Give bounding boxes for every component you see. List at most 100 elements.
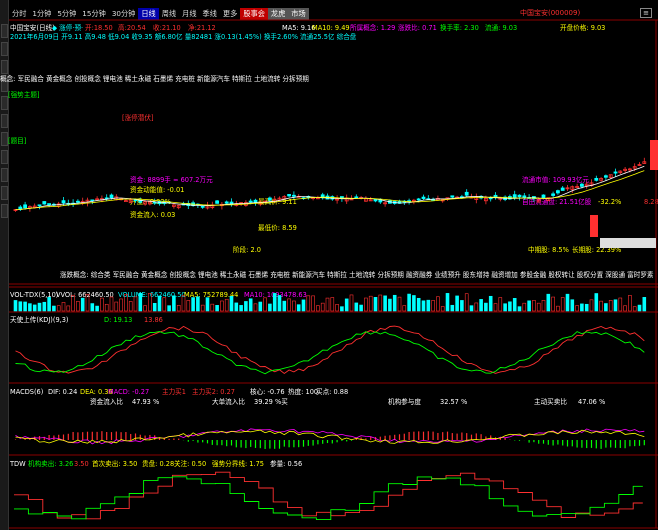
volume-bar [239,305,243,312]
volume-bar [426,299,431,312]
candle-body [522,195,527,198]
volume-bar [383,295,387,312]
volume-bar [469,305,474,312]
volume-bar [536,302,541,312]
candle-body [76,200,80,203]
volume-bar [23,301,27,312]
volume-bar [584,303,589,312]
candle-body [613,171,618,174]
volume-bar [368,295,373,312]
candle-body [47,203,51,206]
volume-bar [488,295,493,312]
signal-bar-red-right [650,140,658,170]
volume-bar [378,294,383,312]
volume-bar [176,305,181,312]
volume-bar [215,305,219,312]
volume-bar [32,304,37,312]
volume-bar [320,302,325,312]
volume-bar [172,295,176,312]
volume-bar [628,295,632,312]
volume-bar [344,298,349,312]
volume-bar [18,301,23,312]
volume-bar [272,293,277,312]
candle-body [464,191,469,196]
volume-bar [248,298,253,312]
volume-bar [268,303,272,312]
volume-bar [464,293,469,312]
volume-bar [460,300,464,312]
volume-bar [613,299,618,312]
candle-body [517,194,522,198]
volume-bar [220,300,224,312]
volume-bar [594,293,599,312]
candle-body [109,194,114,199]
volume-bar [359,304,363,312]
candle-body [421,196,426,199]
volume-bar [181,295,186,312]
candle-body [512,194,517,199]
candle-body [23,204,28,209]
tdw-green-line [14,476,643,521]
candle-body [267,197,272,201]
ma10-line [15,170,645,210]
volume-bar [162,297,167,312]
volume-bar [56,305,61,312]
candle-body [200,205,205,208]
volume-bar [301,299,306,312]
volume-bar [229,296,234,312]
volume-bar [412,295,416,312]
candle-body [450,195,455,198]
volume-bar [234,302,239,312]
volume-bar [608,300,613,312]
volume-bar [119,298,123,312]
candle-body [556,190,560,194]
candle-body [215,200,220,204]
candle-body [604,175,608,178]
volume-bar [124,294,128,312]
volume-bar [61,302,66,312]
volume-bar [407,293,411,312]
volume-bar [109,296,114,312]
volume-bar [200,304,205,312]
volume-bar [618,297,623,312]
volume-bar [13,300,18,312]
candle-body [580,183,584,187]
candle-body [594,177,599,181]
chart-canvas [9,19,658,529]
volume-bar [152,302,157,312]
candle-body [224,201,229,204]
volume-bar [532,300,536,312]
volume-bar [349,294,354,312]
volume-bar [431,300,435,312]
volume-bar [133,296,138,312]
candle-body [560,187,565,191]
candle-body [124,200,128,202]
candle-body [541,194,546,199]
volume-bar [287,298,291,312]
volume-bar [47,297,51,312]
volume-bar [316,305,320,312]
volume-bar [282,300,287,312]
volume-bar [42,301,47,312]
volume-bar [104,303,109,312]
ma5-line [15,165,645,210]
volume-bar [522,302,527,312]
candle-body [373,199,378,202]
candle-body [253,199,258,203]
volume-bar [95,305,99,312]
volume-bar [364,297,368,312]
volume-bar [642,297,647,312]
volume-bar [90,303,95,312]
volume-bar [637,304,642,312]
candle-body [287,194,292,197]
volume-bar [37,302,42,312]
volume-bar [589,299,594,312]
volume-bar [604,303,608,312]
volume-bar [325,297,330,312]
volume-bar [397,296,402,312]
volume-bar [128,301,133,312]
candle-body [354,196,359,199]
kdj-d-line [15,331,645,375]
volume-bar [191,297,195,312]
volume-bar [66,305,71,312]
